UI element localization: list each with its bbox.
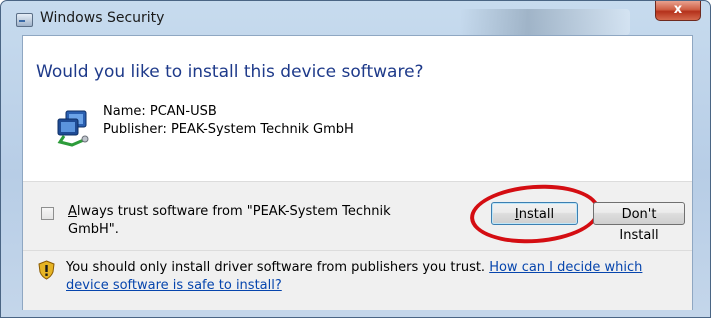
close-button[interactable]: x bbox=[655, 1, 701, 21]
dialog-heading: Would you like to install this device so… bbox=[36, 62, 424, 82]
window-title: Windows Security bbox=[40, 10, 165, 26]
window-icon bbox=[16, 13, 33, 27]
divider bbox=[23, 250, 692, 251]
device-publisher: Publisher: PEAK-System Technik GmbH bbox=[103, 122, 354, 137]
network-device-icon bbox=[57, 110, 89, 147]
always-trust-checkbox[interactable] bbox=[41, 207, 54, 220]
windows-security-dialog: Windows Security x Would you like to ins… bbox=[0, 0, 711, 318]
action-panel: Always trust software from "PEAK-System … bbox=[23, 180, 692, 310]
warning-text: You should only install driver software … bbox=[66, 260, 490, 275]
device-name: Name: PCAN-USB bbox=[103, 104, 217, 119]
title-bar[interactable]: Windows Security x bbox=[1, 1, 710, 35]
warning-message: You should only install driver software … bbox=[66, 259, 676, 295]
close-icon: x bbox=[673, 2, 683, 17]
install-button[interactable]: Install bbox=[491, 202, 578, 225]
title-bar-glass bbox=[460, 9, 630, 35]
dialog-content: Would you like to install this device so… bbox=[22, 35, 693, 310]
always-trust-label[interactable]: Always trust software from "PEAK-System … bbox=[68, 203, 428, 239]
shield-icon bbox=[38, 260, 55, 280]
dont-install-button[interactable]: Don't Install bbox=[593, 202, 685, 243]
